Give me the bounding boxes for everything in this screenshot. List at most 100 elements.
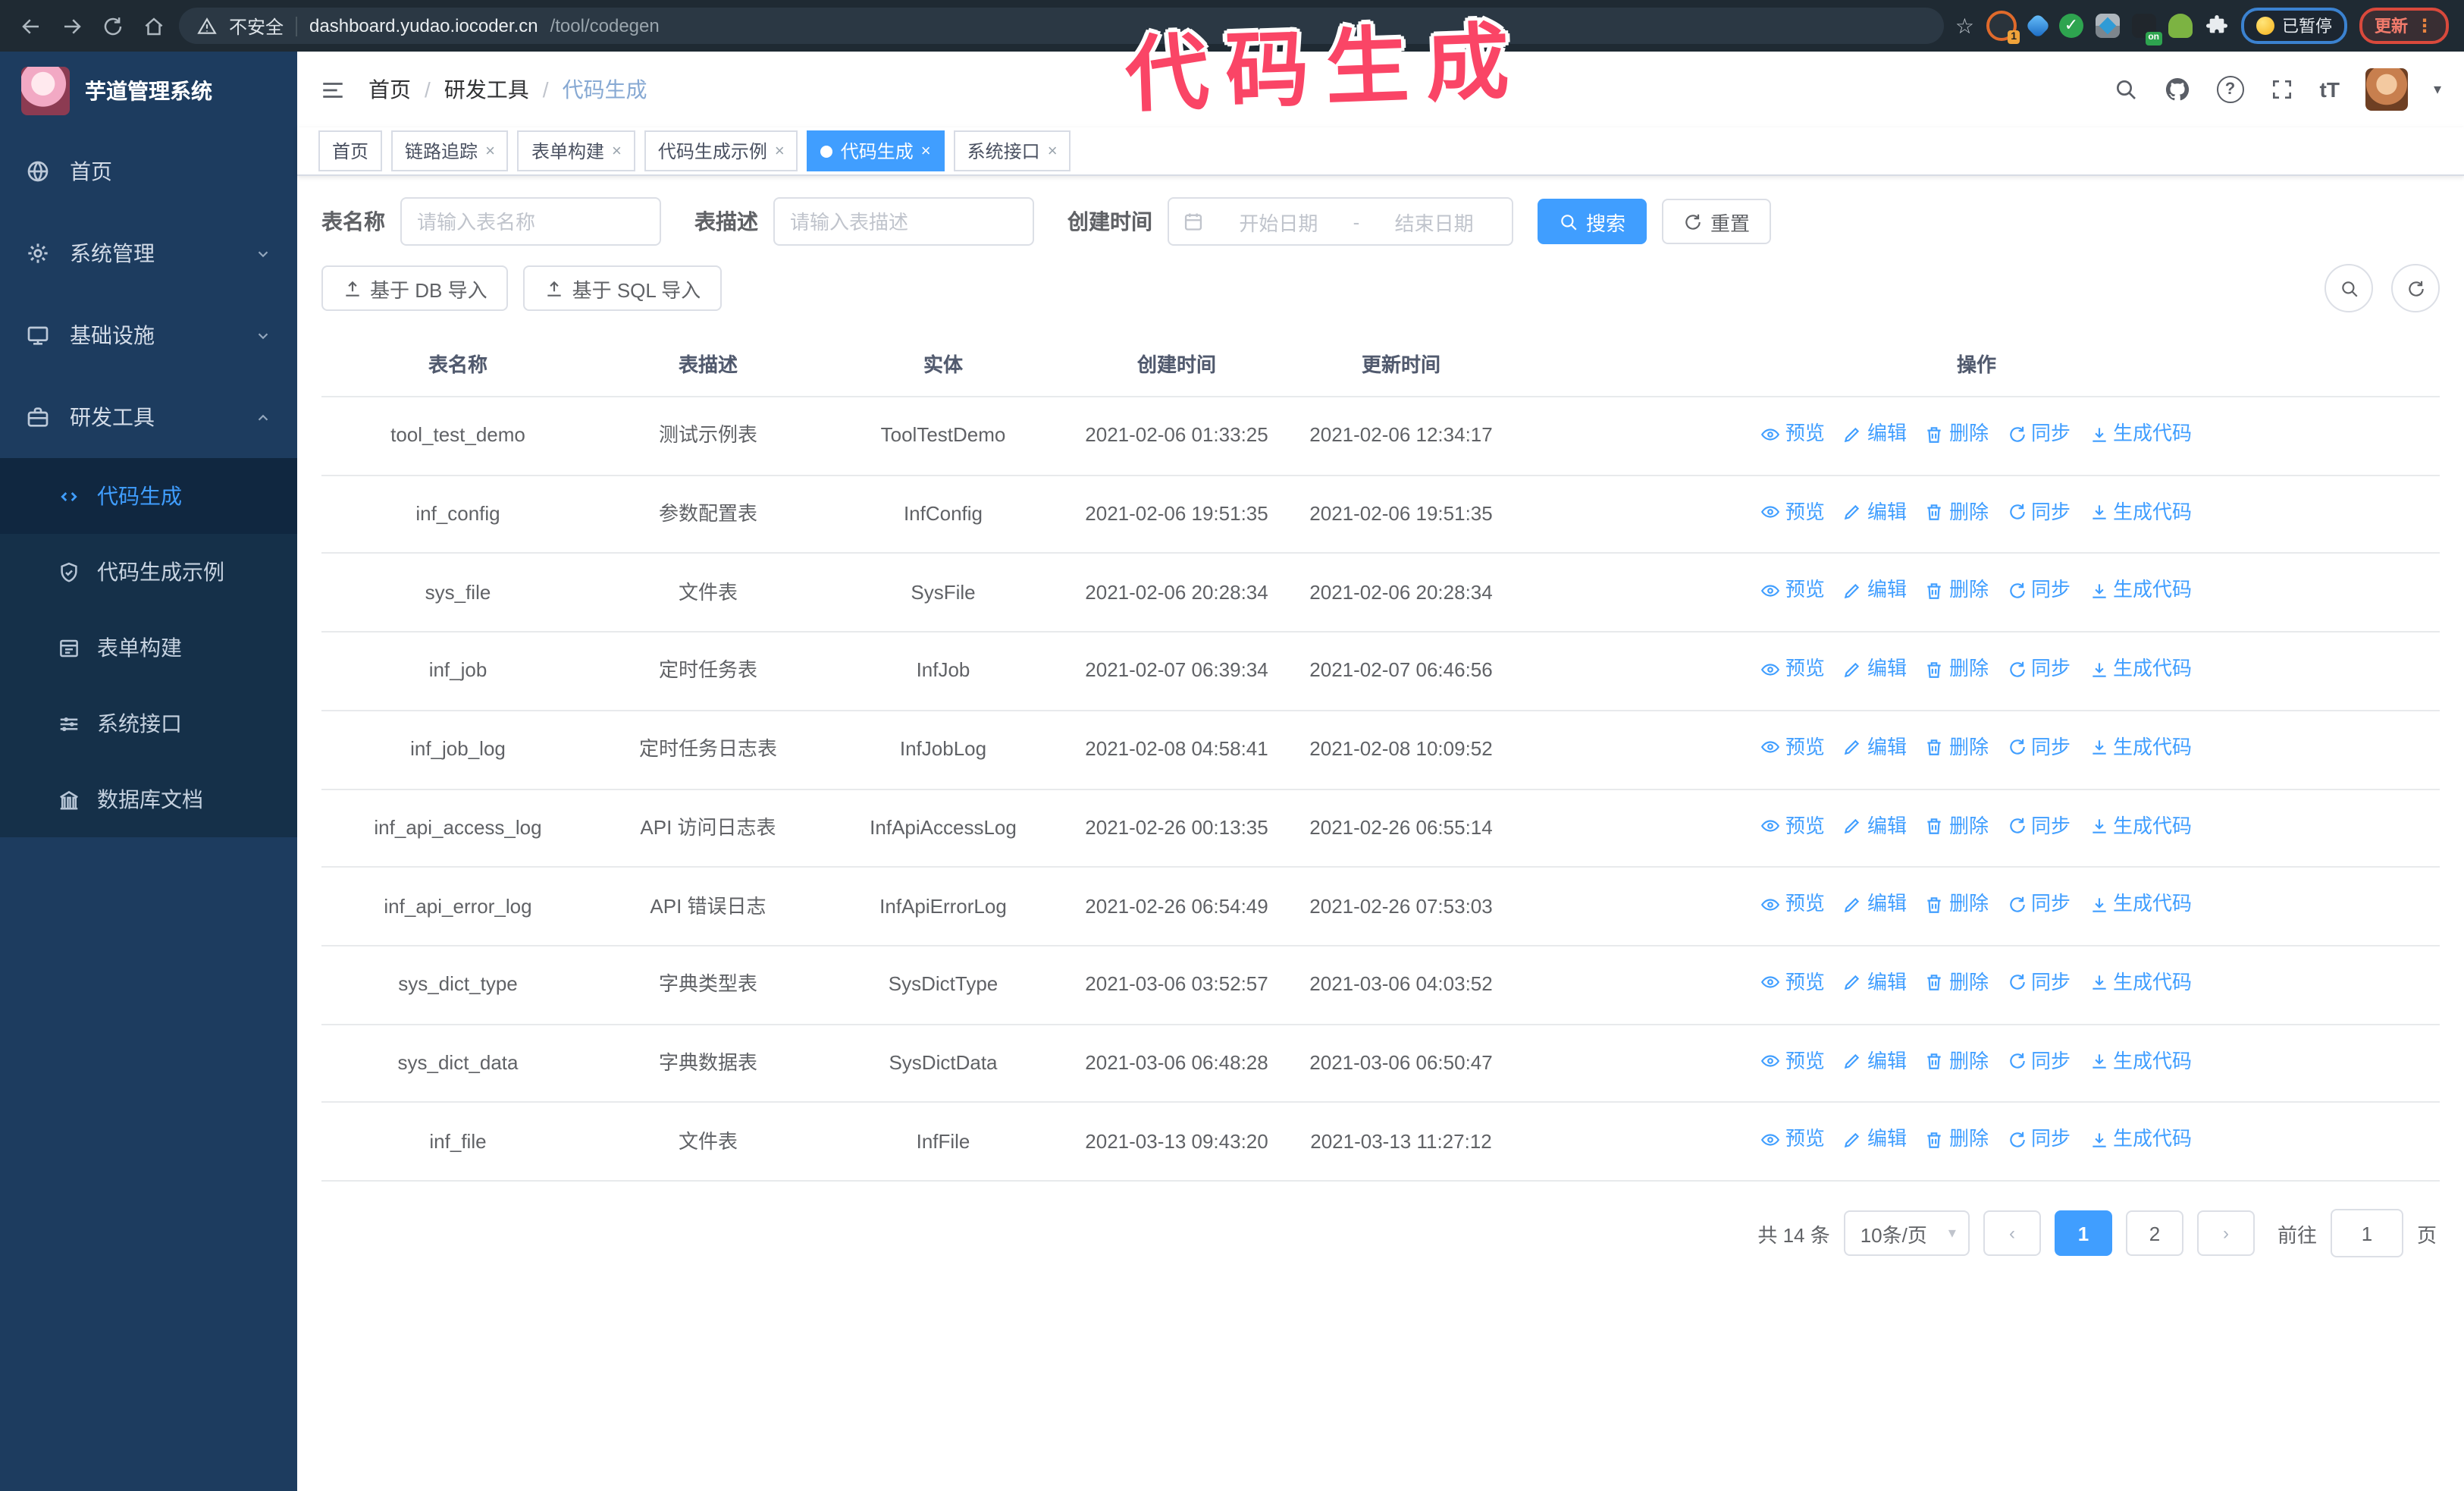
extensions-puzzle-icon[interactable] bbox=[2205, 14, 2229, 38]
hamburger-icon[interactable] bbox=[320, 77, 346, 102]
edit-link[interactable]: 编辑 bbox=[1843, 733, 1907, 763]
edit-link[interactable]: 编辑 bbox=[1843, 1125, 1907, 1155]
address-bar[interactable]: 不安全 dashboard.yudao.iocoder.cn/tool/code… bbox=[179, 8, 1945, 44]
fullscreen-icon[interactable] bbox=[2270, 77, 2294, 102]
browser-menu-dots-icon[interactable]: ⋮ bbox=[2415, 17, 2434, 35]
sync-link[interactable]: 同步 bbox=[2007, 1046, 2071, 1076]
sync-link[interactable]: 同步 bbox=[2007, 1125, 2071, 1155]
edit-link[interactable]: 编辑 bbox=[1843, 811, 1907, 841]
preview-link[interactable]: 预览 bbox=[1761, 733, 1825, 763]
delete-link[interactable]: 删除 bbox=[1925, 419, 1989, 449]
preview-link[interactable]: 预览 bbox=[1761, 576, 1825, 606]
generate-code-link[interactable]: 生成代码 bbox=[2089, 968, 2192, 998]
sync-link[interactable]: 同步 bbox=[2007, 811, 2071, 841]
sidebar-item-form-builder[interactable]: 表单构建 bbox=[0, 610, 297, 686]
sync-link[interactable]: 同步 bbox=[2007, 654, 2071, 684]
reset-button[interactable]: 重置 bbox=[1662, 199, 1772, 244]
table-desc-input[interactable] bbox=[773, 197, 1034, 246]
sidebar-item-infra[interactable]: 基础设施 bbox=[0, 294, 297, 376]
sidebar-item-codegen-example[interactable]: 代码生成示例 bbox=[0, 534, 297, 610]
app-logo-row[interactable]: 芋道管理系统 bbox=[0, 52, 297, 130]
preview-link[interactable]: 预览 bbox=[1761, 497, 1825, 527]
page-size-select[interactable]: 10条/页 ▾ bbox=[1843, 1210, 1970, 1257]
close-icon[interactable]: × bbox=[612, 142, 622, 160]
goto-page-input[interactable] bbox=[2330, 1209, 2403, 1258]
tab-form-builder[interactable]: 表单构建 × bbox=[517, 130, 635, 171]
tab-codegen[interactable]: 代码生成 × bbox=[807, 130, 945, 171]
sidebar-item-system-api[interactable]: 系统接口 bbox=[0, 686, 297, 761]
edit-link[interactable]: 编辑 bbox=[1843, 889, 1907, 919]
extension-icon-gem[interactable] bbox=[2025, 13, 2051, 39]
preview-link[interactable]: 预览 bbox=[1761, 654, 1825, 684]
sidebar-item-system[interactable]: 系统管理 bbox=[0, 212, 297, 294]
extension-icon-grid[interactable] bbox=[2096, 14, 2120, 38]
generate-code-link[interactable]: 生成代码 bbox=[2089, 419, 2192, 449]
search-icon[interactable] bbox=[2114, 77, 2138, 102]
date-range-picker[interactable]: 开始日期 - 结束日期 bbox=[1168, 197, 1513, 246]
preview-link[interactable]: 预览 bbox=[1761, 1046, 1825, 1076]
delete-link[interactable]: 删除 bbox=[1925, 889, 1989, 919]
browser-home-button[interactable] bbox=[138, 11, 168, 41]
caret-down-icon[interactable]: ▾ bbox=[2434, 81, 2441, 98]
delete-link[interactable]: 删除 bbox=[1925, 654, 1989, 684]
generate-code-link[interactable]: 生成代码 bbox=[2089, 811, 2192, 841]
github-icon[interactable] bbox=[2164, 76, 2191, 103]
delete-link[interactable]: 删除 bbox=[1925, 811, 1989, 841]
search-button[interactable]: 搜索 bbox=[1538, 199, 1647, 244]
close-icon[interactable]: × bbox=[485, 142, 495, 160]
close-icon[interactable]: × bbox=[775, 142, 785, 160]
next-page-button[interactable]: › bbox=[2196, 1210, 2255, 1257]
sidebar-item-codegen[interactable]: 代码生成 bbox=[0, 458, 297, 534]
delete-link[interactable]: 删除 bbox=[1925, 733, 1989, 763]
generate-code-link[interactable]: 生成代码 bbox=[2089, 497, 2192, 527]
extension-icon-dark[interactable]: on bbox=[2132, 14, 2162, 46]
prev-page-button[interactable]: ‹ bbox=[1983, 1210, 2041, 1257]
sync-link[interactable]: 同步 bbox=[2007, 419, 2071, 449]
import-db-button[interactable]: 基于 DB 导入 bbox=[321, 265, 509, 311]
extension-icon-green[interactable] bbox=[2168, 14, 2193, 38]
font-size-icon[interactable]: tT bbox=[2320, 77, 2340, 102]
preview-link[interactable]: 预览 bbox=[1761, 889, 1825, 919]
sync-link[interactable]: 同步 bbox=[2007, 576, 2071, 606]
breadcrumb-home[interactable]: 首页 bbox=[368, 74, 411, 105]
close-icon[interactable]: × bbox=[1048, 142, 1058, 160]
browser-forward-button[interactable] bbox=[56, 11, 86, 41]
page-button-1[interactable]: 1 bbox=[2054, 1210, 2112, 1257]
delete-link[interactable]: 删除 bbox=[1925, 1046, 1989, 1076]
edit-link[interactable]: 编辑 bbox=[1843, 654, 1907, 684]
delete-link[interactable]: 删除 bbox=[1925, 968, 1989, 998]
extension-icon-check[interactable]: ✓ bbox=[2059, 14, 2083, 38]
delete-link[interactable]: 删除 bbox=[1925, 1125, 1989, 1155]
tab-system-api[interactable]: 系统接口 × bbox=[953, 130, 1071, 171]
edit-link[interactable]: 编辑 bbox=[1843, 968, 1907, 998]
profile-paused-badge[interactable]: 已暂停 bbox=[2241, 8, 2347, 44]
edit-link[interactable]: 编辑 bbox=[1843, 419, 1907, 449]
edit-link[interactable]: 编辑 bbox=[1843, 1046, 1907, 1076]
preview-link[interactable]: 预览 bbox=[1761, 1125, 1825, 1155]
delete-link[interactable]: 删除 bbox=[1925, 497, 1989, 527]
generate-code-link[interactable]: 生成代码 bbox=[2089, 1125, 2192, 1155]
tab-home[interactable]: 首页 bbox=[318, 130, 383, 171]
page-button-2[interactable]: 2 bbox=[2125, 1210, 2183, 1257]
sync-link[interactable]: 同步 bbox=[2007, 968, 2071, 998]
sync-link[interactable]: 同步 bbox=[2007, 733, 2071, 763]
toggle-search-button[interactable] bbox=[2324, 264, 2373, 312]
generate-code-link[interactable]: 生成代码 bbox=[2089, 654, 2192, 684]
sidebar-item-home[interactable]: 首页 bbox=[0, 130, 297, 212]
sidebar-item-devtools[interactable]: 研发工具 bbox=[0, 376, 297, 458]
table-name-input[interactable] bbox=[400, 197, 661, 246]
bookmark-star-icon[interactable]: ☆ bbox=[1955, 15, 1974, 36]
tab-codegen-example[interactable]: 代码生成示例 × bbox=[644, 130, 798, 171]
preview-link[interactable]: 预览 bbox=[1761, 811, 1825, 841]
sidebar-item-db-doc[interactable]: 数据库文档 bbox=[0, 761, 297, 837]
sync-link[interactable]: 同步 bbox=[2007, 497, 2071, 527]
generate-code-link[interactable]: 生成代码 bbox=[2089, 1046, 2192, 1076]
edit-link[interactable]: 编辑 bbox=[1843, 497, 1907, 527]
generate-code-link[interactable]: 生成代码 bbox=[2089, 889, 2192, 919]
help-icon[interactable]: ? bbox=[2216, 76, 2244, 103]
user-avatar[interactable] bbox=[2365, 68, 2408, 111]
refresh-table-button[interactable] bbox=[2391, 264, 2440, 312]
close-icon[interactable]: × bbox=[921, 142, 931, 160]
generate-code-link[interactable]: 生成代码 bbox=[2089, 576, 2192, 606]
preview-link[interactable]: 预览 bbox=[1761, 419, 1825, 449]
